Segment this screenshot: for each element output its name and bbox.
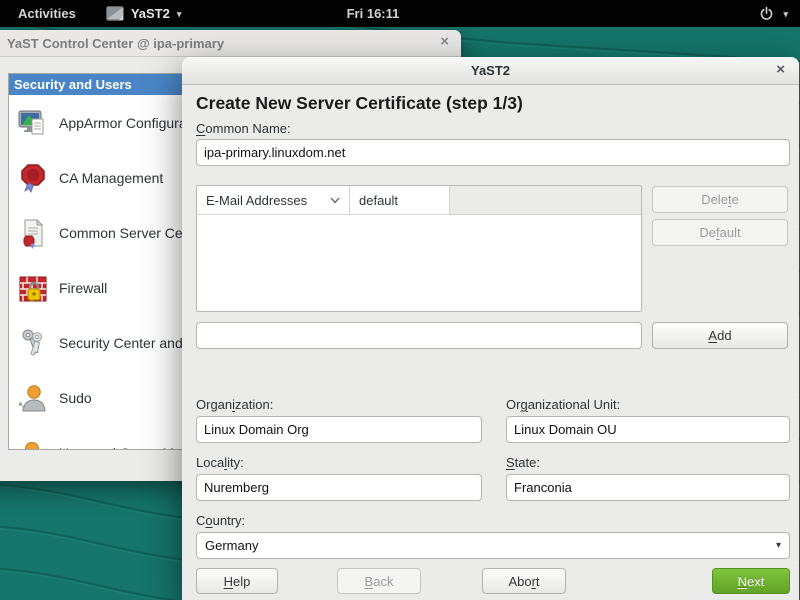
delete-button[interactable]: Delete: [652, 186, 788, 213]
help-button[interactable]: Help: [196, 568, 278, 594]
apparmor-icon: [17, 107, 49, 139]
clock[interactable]: Fri 16:11: [347, 6, 400, 21]
module-list-panel: Security and Users AppArmor Configura CA…: [8, 73, 185, 450]
sidebar-item-label: Security Center and: [59, 335, 183, 351]
default-button[interactable]: Default: [652, 219, 788, 246]
app-window-icon: [106, 6, 124, 21]
locality-input[interactable]: [196, 474, 482, 501]
sudo-user-icon: [17, 382, 49, 414]
country-combobox[interactable]: Germany ▾: [196, 532, 790, 559]
user-icon: [17, 437, 49, 451]
app-menu-title: YaST2: [131, 6, 170, 21]
window-titlebar[interactable]: YaST Control Center @ ipa-primary ×: [0, 30, 461, 57]
organizational-unit-label: Organizational Unit:: [506, 397, 620, 412]
chevron-down-icon: [330, 197, 340, 204]
keys-icon: [17, 327, 49, 359]
activities-button[interactable]: Activities: [18, 6, 76, 21]
app-menu-button[interactable]: YaST2 ▾: [106, 6, 182, 21]
sidebar-item-label: Firewall: [59, 280, 107, 296]
yast2-dialog: YaST2 × Create New Server Certificate (s…: [182, 57, 799, 600]
dialog-titlebar[interactable]: YaST2 ×: [182, 57, 799, 85]
chevron-down-icon: ▾: [783, 9, 788, 20]
organization-input[interactable]: [196, 416, 482, 443]
add-button[interactable]: Add: [652, 322, 788, 349]
country-label: Country:: [196, 513, 245, 528]
country-selected-value: Germany: [205, 538, 258, 553]
organization-label: Organization:: [196, 397, 273, 412]
sidebar-item-sudo[interactable]: Sudo: [9, 370, 184, 425]
sidebar-item-label: Sudo: [59, 390, 92, 406]
ca-seal-icon: [17, 162, 49, 194]
next-button[interactable]: Next: [712, 568, 790, 594]
new-email-input[interactable]: [196, 322, 642, 349]
chevron-down-icon: ▾: [177, 9, 182, 20]
certificate-document-icon: [17, 217, 49, 249]
sidebar-item-ca-management[interactable]: CA Management: [9, 150, 184, 205]
sidebar-item-label: CA Management: [59, 170, 163, 186]
back-button[interactable]: Back: [337, 568, 421, 594]
default-column-header[interactable]: default: [350, 186, 450, 214]
email-addresses-list[interactable]: [197, 215, 641, 312]
state-label: State:: [506, 455, 540, 470]
window-title: YaST Control Center @ ipa-primary: [7, 36, 224, 51]
page-title: Create New Server Certificate (step 1/3): [196, 93, 523, 114]
close-icon[interactable]: ×: [440, 33, 449, 50]
sidebar-group-security-and-users[interactable]: Security and Users: [9, 74, 184, 95]
address-type-dropdown[interactable]: E-Mail Addresses: [197, 186, 350, 214]
sidebar-item-common-server-certificate[interactable]: Common Server Ce: [9, 205, 184, 260]
firewall-icon: [17, 272, 49, 304]
address-type-label: E-Mail Addresses: [206, 193, 307, 208]
organizational-unit-input[interactable]: [506, 416, 790, 443]
chevron-down-icon: ▾: [776, 540, 781, 551]
close-icon[interactable]: ×: [776, 61, 785, 78]
gnome-top-bar: Activities YaST2 ▾ Fri 16:11 ▾: [0, 0, 800, 27]
sidebar-item-apparmor[interactable]: AppArmor Configura: [9, 95, 184, 150]
sidebar-item-security-center[interactable]: Security Center and: [9, 315, 184, 370]
sidebar-item-label: Common Server Ce: [59, 225, 183, 241]
common-name-input[interactable]: [196, 139, 790, 166]
dialog-title: YaST2: [471, 63, 510, 78]
sidebar-item-label: AppArmor Configura: [59, 115, 184, 131]
sidebar-item-user-and-group[interactable]: User and Group M: [9, 425, 184, 450]
state-input[interactable]: [506, 474, 790, 501]
abort-button[interactable]: Abort: [482, 568, 566, 594]
common-name-label: Common Name:: [196, 121, 291, 136]
sidebar-item-firewall[interactable]: Firewall: [9, 260, 184, 315]
system-menu-button[interactable]: ▾: [759, 6, 788, 21]
power-icon: [759, 6, 774, 21]
sidebar-item-label: User and Group M: [59, 445, 174, 451]
table-header-row: E-Mail Addresses default: [197, 186, 641, 215]
email-addresses-table: E-Mail Addresses default: [196, 185, 642, 312]
locality-label: Locality:: [196, 455, 244, 470]
